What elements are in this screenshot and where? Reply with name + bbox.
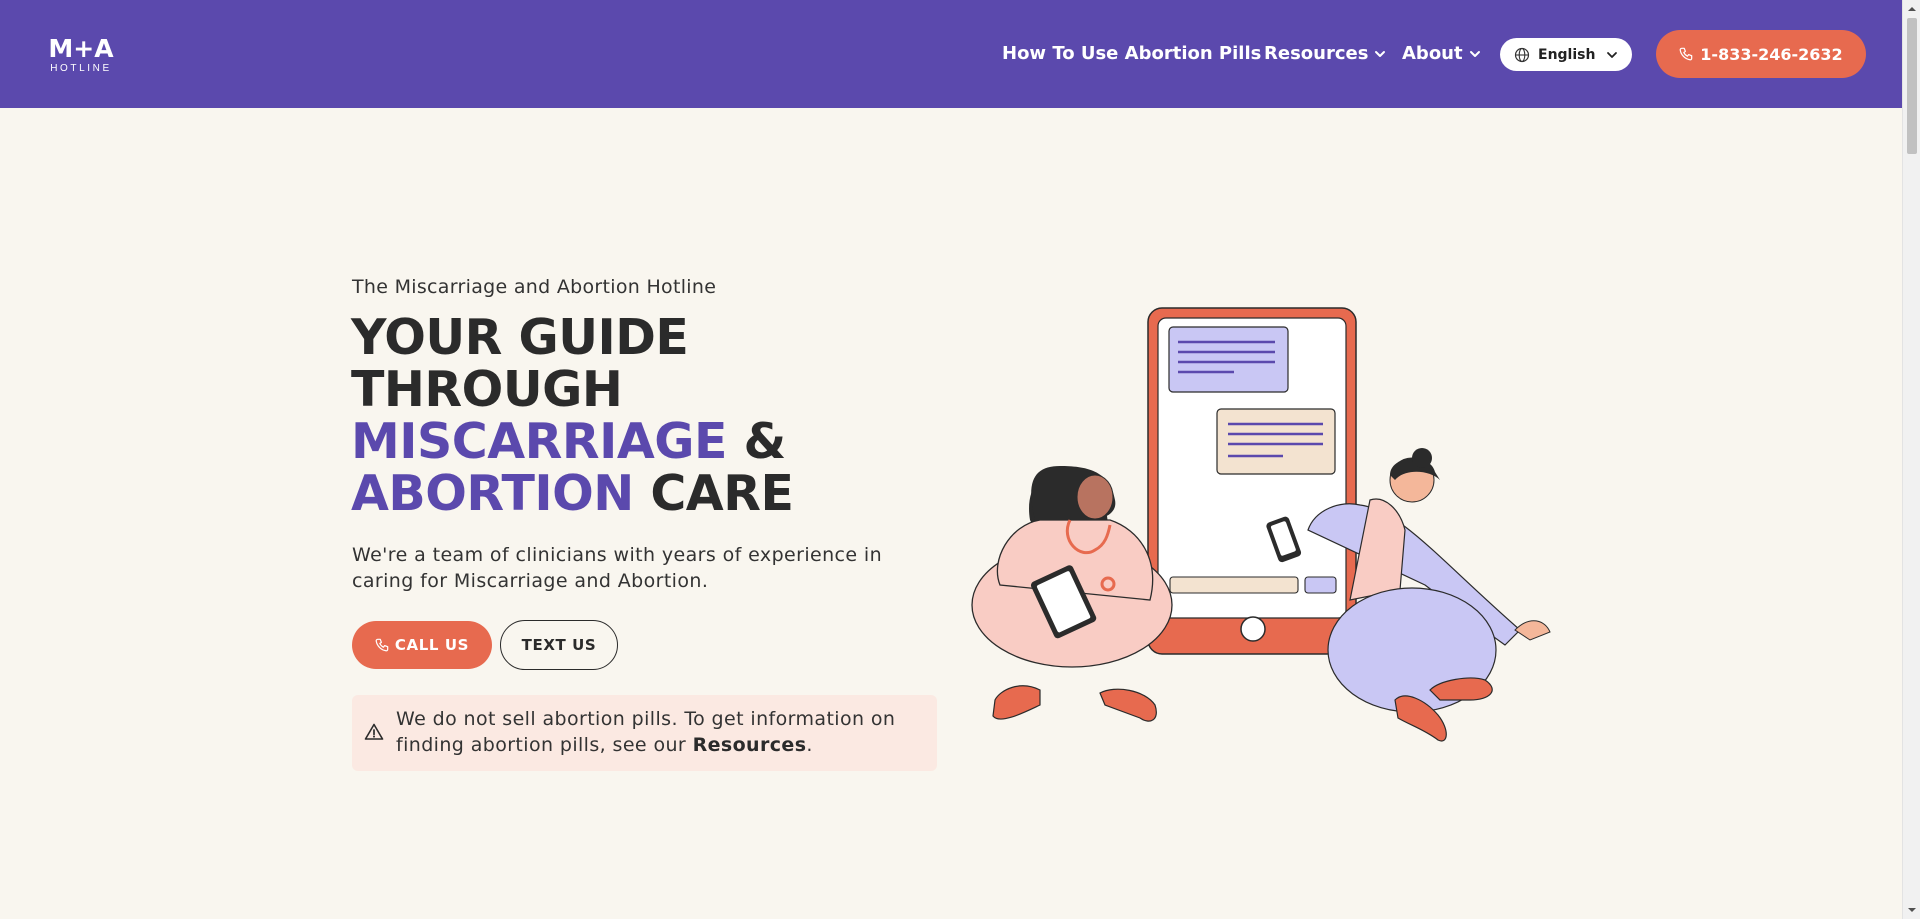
language-label: English <box>1538 46 1596 63</box>
doctor-figure <box>971 466 1173 722</box>
globe-icon <box>1514 47 1530 62</box>
notice-period: . <box>806 734 813 756</box>
headline-line-2: THROUGH <box>351 361 623 418</box>
chevron-down-icon <box>1375 50 1386 57</box>
nav-how-to-label: How To Use Abortion Pills <box>1002 43 1262 64</box>
headline-miscarriage: MISCARRIAGE <box>351 413 727 470</box>
text-us-label: TEXT US <box>521 636 597 654</box>
header-phone-number: 1-833-246-2632 <box>1700 44 1843 64</box>
warning-icon <box>364 723 384 740</box>
scroll-down-arrow-icon[interactable] <box>1907 905 1917 915</box>
notice-text: We do not sell abortion pills. To get in… <box>396 706 926 758</box>
nav-resources[interactable]: Resources <box>1264 43 1386 64</box>
headline-line-3: MISCARRIAGE & <box>351 416 793 468</box>
phone-icon <box>1679 47 1693 61</box>
chevron-down-icon <box>1469 50 1480 57</box>
nav-about-label: About <box>1402 43 1463 64</box>
headline-line-1: YOUR GUIDE <box>351 309 689 366</box>
hero-headline: YOUR GUIDE THROUGH MISCARRIAGE & ABORTIO… <box>351 309 794 522</box>
call-us-button[interactable]: CALL US <box>352 621 492 669</box>
hero-eyebrow: The Miscarriage and Abortion Hotline <box>352 276 717 298</box>
main-nav: How To Use Abortion Pills Resources Abou… <box>0 0 1902 108</box>
text-us-button[interactable]: TEXT US <box>500 620 618 670</box>
notice-text-body: We do not sell abortion pills. To get in… <box>396 708 896 756</box>
hero-description: We're a team of clinicians with years of… <box>352 544 883 592</box>
header-phone-button[interactable]: 1-833-246-2632 <box>1656 30 1866 78</box>
no-sale-notice: We do not sell abortion pills. To get in… <box>352 695 937 771</box>
headline-abortion: ABORTION <box>351 465 634 522</box>
headline-care: CARE <box>633 465 794 522</box>
chevron-down-icon <box>1607 51 1617 58</box>
phone-icon <box>375 638 389 652</box>
phone-illustration <box>1147 307 1357 655</box>
nav-about[interactable]: About <box>1402 43 1481 64</box>
headline-line-4: ABORTION CARE <box>351 465 794 522</box>
page-scrollbar[interactable] <box>1902 0 1920 919</box>
notice-resources-link[interactable]: Resources <box>693 734 807 756</box>
nav-resources-label: Resources <box>1264 43 1369 64</box>
scrollbar-thumb[interactable] <box>1907 18 1917 154</box>
scroll-up-arrow-icon[interactable] <box>1907 4 1917 14</box>
call-us-label: CALL US <box>394 636 470 654</box>
site-header: M+A HOTLINE How To Use Abortion Pills Re… <box>0 0 1902 108</box>
hero-illustration <box>971 307 1551 742</box>
nav-how-to-use-abortion-pills[interactable]: How To Use Abortion Pills <box>1002 43 1261 64</box>
headline-ampersand: & <box>726 413 787 470</box>
language-select[interactable]: English <box>1500 38 1632 71</box>
